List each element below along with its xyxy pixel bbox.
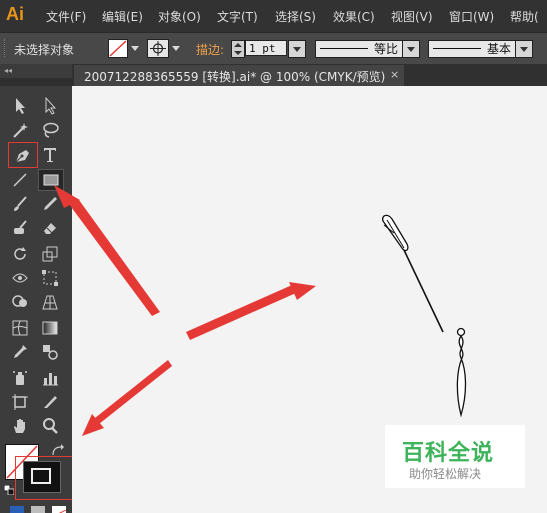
annotation-arrow-to-rectangle (54, 185, 160, 316)
annotation-arrow-to-swatch (82, 360, 172, 436)
watermark-subtitle: 助你轻松解决 (409, 467, 482, 481)
watermark-title: 百科全说 (402, 441, 495, 466)
artwork-figure[interactable] (456, 327, 467, 418)
watermark: 百科全说 助你轻松解决 (385, 425, 525, 488)
artwork-needle[interactable] (382, 214, 444, 333)
annotation-arrow-to-canvas (186, 282, 316, 340)
